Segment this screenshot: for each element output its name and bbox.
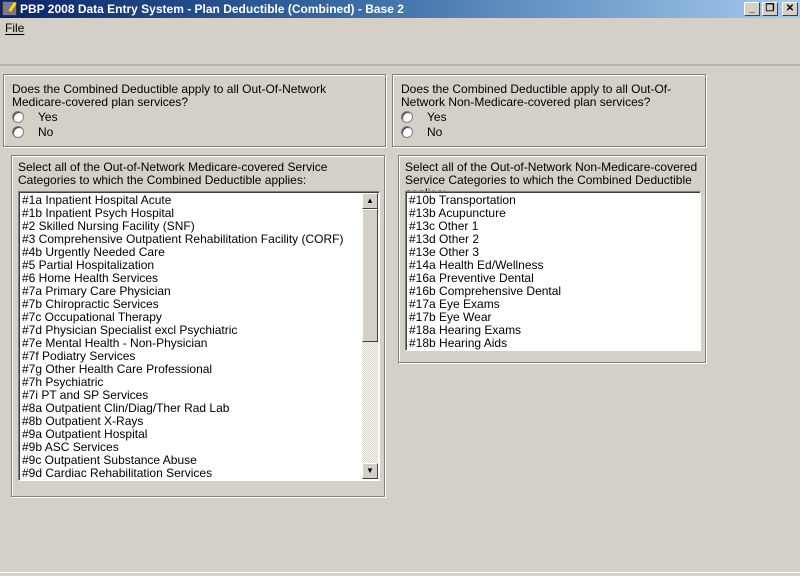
medicare-deductible-group: Does the Combined Deductible apply to al… xyxy=(3,74,386,147)
radio-circle[interactable] xyxy=(12,125,24,138)
medicare-question: Does the Combined Deductible apply to al… xyxy=(12,82,327,109)
scroll-thumb[interactable] xyxy=(362,209,378,342)
minimize-button[interactable]: _ xyxy=(744,2,760,16)
medicare-yes-radio[interactable]: Yes xyxy=(4,109,385,124)
radio-label: No xyxy=(38,124,54,139)
radio-label: Yes xyxy=(427,109,447,124)
nonmedicare-categories-group: Select all of the Out-of-Network Non-Med… xyxy=(398,155,706,363)
radio-label: Yes xyxy=(38,109,58,124)
nonmedicare-question: Does the Combined Deductible apply to al… xyxy=(401,82,672,109)
divider xyxy=(0,64,800,66)
nonmedicare-categories-listbox[interactable]: #10b Transportation #13b Acupuncture #13c … xyxy=(405,191,701,351)
nonmedicare-deductible-group: Does the Combined Deductible apply to al… xyxy=(392,74,706,147)
radio-label: No xyxy=(427,124,443,139)
scroll-down-icon[interactable]: ▼ xyxy=(362,463,378,479)
radio-circle[interactable] xyxy=(12,110,24,123)
nonmedicare-no-radio[interactable]: No xyxy=(393,124,705,139)
status-edge xyxy=(0,572,800,576)
radio-circle[interactable] xyxy=(401,110,413,123)
nonmedicare-yes-radio[interactable]: Yes xyxy=(393,109,705,124)
menu-file[interactable]: File xyxy=(5,21,24,35)
close-button[interactable]: ✕ xyxy=(782,2,798,16)
vertical-scrollbar[interactable]: ▲ ▼ xyxy=(362,193,378,479)
title-bar: PBP 2008 Data Entry System - Plan Deduct… xyxy=(0,0,800,18)
medicare-no-radio[interactable]: No xyxy=(4,124,385,139)
medicare-list-label: Select all of the Out-of-Network Medicar… xyxy=(18,160,328,187)
medicare-categories-group: Select all of the Out-of-Network Medicar… xyxy=(11,155,385,497)
app-icon xyxy=(2,1,17,16)
restore-button[interactable]: ❐ xyxy=(762,2,778,16)
medicare-categories-listbox[interactable]: #1a Inpatient Hospital Acute #1b Inpatien… xyxy=(18,191,380,481)
window-title: PBP 2008 Data Entry System - Plan Deduct… xyxy=(20,2,404,16)
menu-bar: File xyxy=(0,19,800,37)
scroll-up-icon[interactable]: ▲ xyxy=(362,193,378,209)
list-item[interactable]: #18b Hearing Aids xyxy=(406,337,700,350)
list-item[interactable]: #9d Cardiac Rehabilitation Services xyxy=(19,467,379,480)
radio-circle[interactable] xyxy=(401,125,413,138)
